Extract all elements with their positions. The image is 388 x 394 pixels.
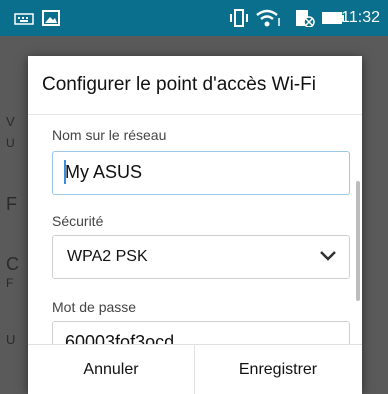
dialog-buttons: Annuler Enregistrer (28, 344, 362, 394)
background-text: F (6, 276, 14, 290)
battery-saver-icon (296, 10, 315, 27)
status-bar: 11:32 (0, 0, 388, 36)
vibrate-icon (230, 9, 248, 27)
password-input[interactable]: 60003fof3ocd (52, 321, 350, 345)
chevron-down-icon (320, 251, 336, 261)
background-text: U (6, 136, 15, 150)
save-button[interactable]: Enregistrer (195, 345, 361, 394)
dialog-title: Configurer le point d'accès Wi-Fi (42, 74, 316, 95)
security-label: Sécurité (52, 213, 104, 229)
password-label: Mot de passe (52, 299, 137, 315)
wifi-icon (256, 9, 280, 27)
security-select[interactable]: WPA2 PSK (52, 235, 350, 279)
background-text: C (6, 254, 19, 274)
image-icon (42, 10, 60, 26)
cancel-button[interactable]: Annuler (28, 345, 194, 394)
network-name-label: Nom sur le réseau (52, 127, 167, 143)
dialog-content[interactable]: Nom sur le réseau My ASUS Sécurité WPA2 … (28, 114, 362, 345)
background-text: U (6, 332, 16, 347)
network-name-input[interactable]: My ASUS (52, 151, 350, 195)
network-name-value: My ASUS (65, 162, 143, 182)
clock: 11:32 (341, 9, 380, 26)
wifi-hotspot-dialog: Configurer le point d'accès Wi-Fi Nom su… (28, 56, 362, 394)
security-selected-value: WPA2 PSK (67, 248, 148, 265)
scrollbar[interactable] (356, 181, 360, 301)
background-text: V (6, 114, 15, 129)
keyboard-icon (14, 13, 34, 25)
background-text: F (6, 194, 17, 214)
